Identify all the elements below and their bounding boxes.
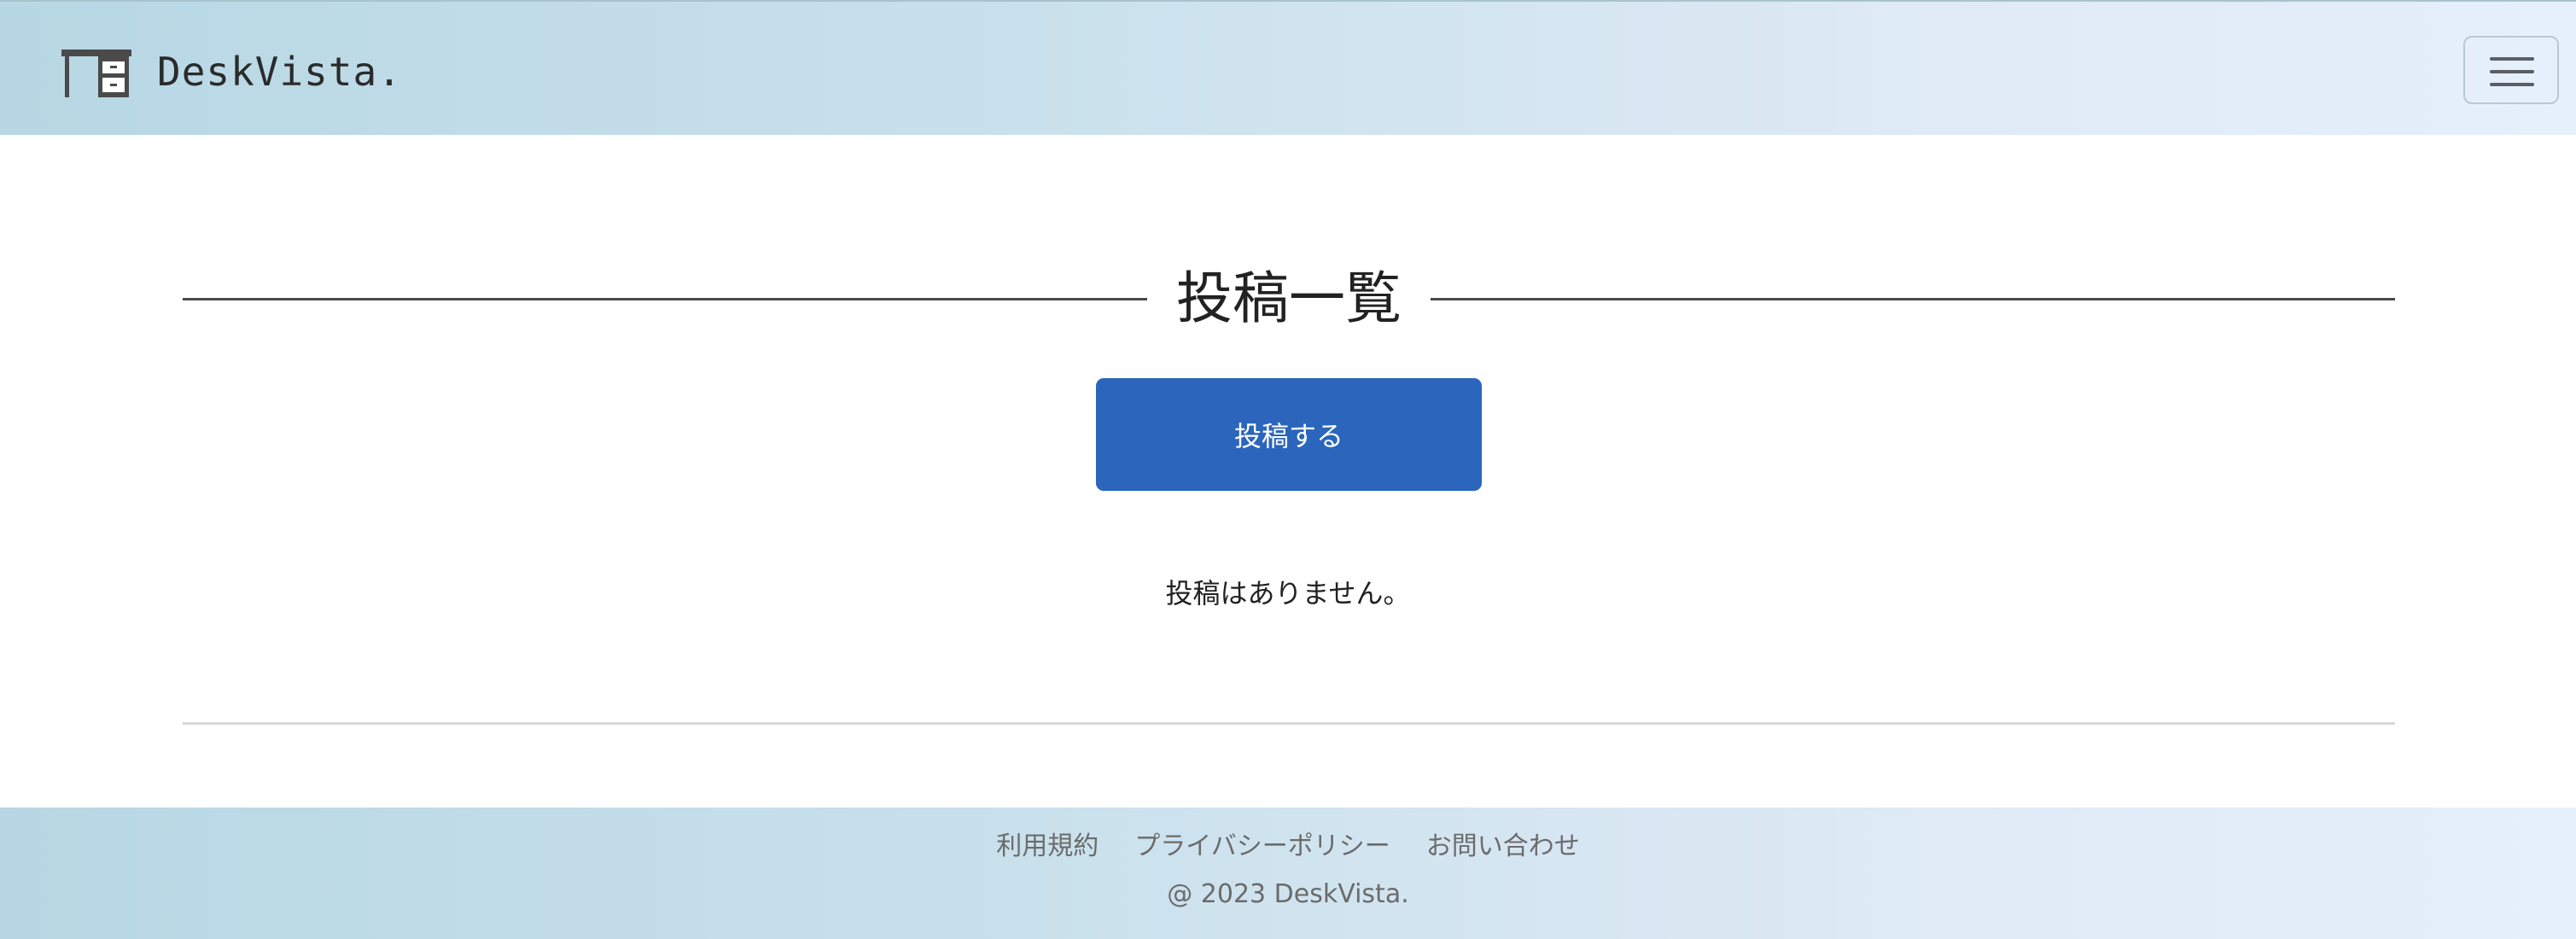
brand-link[interactable]: DeskVista. (61, 46, 402, 97)
content-divider (183, 722, 2395, 725)
page-title: 投稿一覧 (1176, 265, 1402, 331)
desk-icon (61, 50, 131, 97)
page-footer: 利用規約 プライバシーポリシー お問い合わせ @ 2023 DeskVista. (0, 808, 2576, 939)
title-line-right (1431, 297, 2395, 300)
footer-link-contact[interactable]: お問い合わせ (1426, 825, 1580, 862)
empty-posts-message: 投稿はありません。 (1165, 577, 1411, 609)
footer-link-privacy[interactable]: プライバシーポリシー (1134, 825, 1390, 862)
footer-links: 利用規約 プライバシーポリシー お問い合わせ (0, 825, 2576, 862)
create-post-button[interactable]: 投稿する (1096, 378, 1482, 491)
menu-toggle-button[interactable] (2463, 36, 2559, 104)
copyright-text: @ 2023 DeskVista. (1167, 879, 1409, 909)
top-navbar: DeskVista. (0, 0, 2576, 135)
footer-link-terms[interactable]: 利用規約 (996, 825, 1099, 862)
title-row: 投稿一覧 (183, 248, 2395, 350)
brand-name: DeskVista. (157, 49, 402, 95)
title-line-left (183, 297, 1147, 300)
hamburger-menu-icon (2490, 57, 2534, 86)
